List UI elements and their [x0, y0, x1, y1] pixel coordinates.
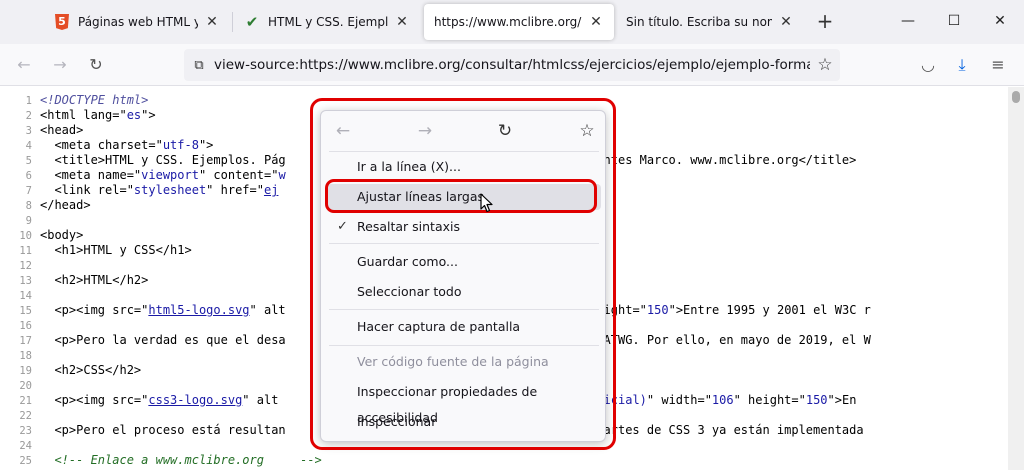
line-number: 18 — [19, 350, 32, 362]
line-number: 15 — [19, 305, 32, 317]
highlight-menu-outline — [310, 98, 616, 450]
mouse-cursor-icon — [480, 193, 493, 213]
tab-html-css-ejemplos[interactable]: ✔ HTML y CSS. Ejemplos. P ✕ — [234, 4, 420, 40]
source-code-text: </head> — [40, 198, 91, 212]
line-number: 6 — [25, 170, 32, 182]
line-number: 4 — [25, 140, 32, 152]
downloads-icon[interactable]: ⤓ — [948, 51, 976, 79]
maximize-button[interactable]: ☐ — [934, 6, 974, 36]
source-code-text: <body> — [40, 228, 84, 242]
back-button[interactable]: ← — [10, 51, 38, 79]
url-text[interactable]: view-source:https://www.mclibre.org/cons… — [214, 57, 810, 73]
pocket-icon[interactable]: ◡ — [914, 51, 942, 79]
tab-title: Páginas web HTML y hoja — [78, 15, 198, 29]
line-number: 1 — [25, 95, 32, 107]
scrollbar-thumb[interactable] — [1012, 91, 1020, 103]
line-number: 23 — [19, 425, 32, 437]
line-number: 17 — [19, 335, 32, 347]
line-number: 16 — [19, 320, 32, 332]
line-number: 2 — [25, 110, 32, 122]
line-number: 22 — [19, 410, 32, 422]
line-number: 24 — [19, 440, 32, 452]
line-number: 12 — [19, 260, 32, 272]
source-code-text: <!DOCTYPE html> — [40, 93, 149, 107]
source-code-text: <!-- Enlace a www.mclibre.org --> — [54, 453, 322, 467]
source-code-text: <html lang="es"> — [40, 108, 156, 122]
line-number: 20 — [19, 380, 32, 392]
source-code-text: <h2>HTML</h2> — [40, 273, 149, 287]
source-code-text: <meta charset="utf-8"> — [40, 138, 214, 152]
line-number: 13 — [19, 275, 32, 287]
bookmark-star-icon[interactable]: ☆ — [810, 55, 840, 75]
tab-sin-titulo[interactable]: Sin título. Escriba su nombre. ✕ — [616, 4, 804, 40]
vertical-scrollbar[interactable] — [1008, 87, 1024, 470]
source-code-text: <link rel="stylesheet" href="ej — [40, 183, 279, 197]
source-line: 25 <!-- Enlace a www.mclibre.org --> — [0, 453, 1008, 468]
close-tab-icon[interactable]: ✕ — [204, 14, 220, 30]
navigation-toolbar: ← → ↻ ⧉ view-source:https://www.mclibre.… — [0, 44, 1024, 86]
app-menu-icon[interactable]: ≡ — [984, 51, 1012, 79]
line-number: 3 — [25, 125, 32, 137]
tab-separator — [232, 12, 233, 32]
tab-paginas-web[interactable]: 5 Páginas web HTML y hoja ✕ — [44, 4, 230, 40]
line-number: 11 — [19, 245, 32, 257]
line-number: 8 — [25, 200, 32, 212]
tab-title: Sin título. Escriba su nombre. — [626, 15, 772, 29]
tab-title: HTML y CSS. Ejemplos. P — [268, 15, 388, 29]
line-number: 21 — [19, 395, 32, 407]
checkmark-icon: ✔ — [245, 13, 259, 31]
line-number: 9 — [25, 215, 32, 227]
line-number: 25 — [19, 455, 32, 467]
line-number: 7 — [25, 185, 32, 197]
forward-button[interactable]: → — [46, 51, 74, 79]
line-number: 5 — [25, 155, 32, 167]
close-tab-icon[interactable]: ✕ — [394, 14, 410, 30]
line-number: 14 — [19, 290, 32, 302]
html5-icon: 5 — [54, 14, 70, 30]
new-tab-button[interactable]: + — [812, 8, 838, 34]
address-bar[interactable]: ⧉ view-source:https://www.mclibre.org/co… — [184, 49, 840, 81]
minimize-button[interactable]: — — [888, 6, 928, 36]
close-tab-icon[interactable]: ✕ — [778, 14, 794, 30]
close-tab-icon[interactable]: ✕ — [588, 14, 604, 30]
source-code-text: <head> — [40, 123, 84, 137]
source-code-text: <h1>HTML y CSS</h1> — [40, 243, 192, 257]
tab-mclibre-source[interactable]: https://www.mclibre.org/co ✕ — [424, 4, 614, 40]
tab-title: https://www.mclibre.org/co — [434, 15, 582, 29]
source-code-text: <h2>CSS</h2> — [40, 363, 142, 377]
line-number: 10 — [19, 230, 32, 242]
line-number: 19 — [19, 365, 32, 377]
reload-button[interactable]: ↻ — [82, 51, 110, 79]
close-window-button[interactable]: ✕ — [980, 6, 1020, 36]
highlight-item-outline — [325, 179, 597, 213]
page-info-icon[interactable]: ⧉ — [184, 58, 214, 73]
tab-strip: 5 Páginas web HTML y hoja ✕ ✔ HTML y CSS… — [0, 0, 1024, 44]
